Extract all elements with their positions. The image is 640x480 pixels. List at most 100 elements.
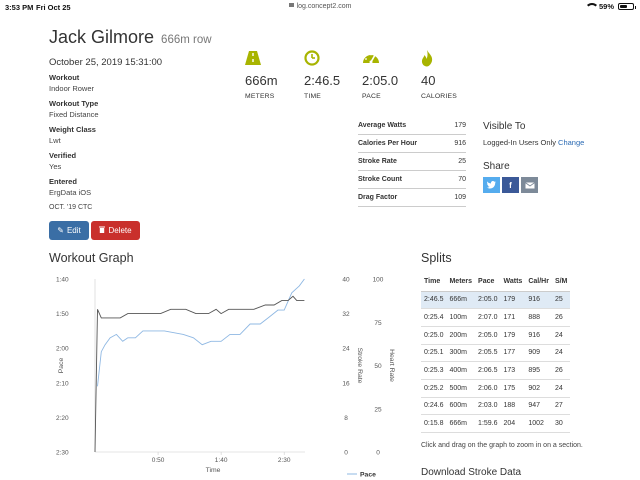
split-cell: 500m [446,379,476,398]
stat-label: TIME [304,93,322,100]
detail-value: 109 [454,194,466,201]
pace-series-line [97,278,305,387]
split-cell: 26 [551,308,571,327]
heart-rate-tick-label: 100 [373,277,384,284]
workout-details: Average Watts 179 Calories Per Hour 916 St… [358,117,466,207]
url-text: log.concept2.com [296,3,352,10]
split-cell: 895 [525,361,552,380]
split-cell: 179 [500,326,526,345]
stat-value: 666m [245,73,278,88]
split-cell: 0:24.6 [421,397,447,416]
share-buttons: f [483,177,538,193]
workout-meta: Workout Indoor Rower Workout Type Fixed … [49,73,99,197]
detail-value: 916 [454,140,466,147]
wifi-icon [584,3,599,10]
workout-distance: 666m row [161,34,212,46]
split-cell: 24 [551,379,571,398]
meta-label: Entered [49,177,77,186]
detail-row: Average Watts 179 [358,117,466,135]
detail-row: Drag Factor 109 [358,189,466,207]
delete-label: Delete [108,226,132,235]
meta-label: Verified [49,151,77,160]
split-cell: 1:59.6 [475,414,501,433]
meta-label: Workout Type [49,99,99,108]
stat-label: METERS [245,93,275,100]
detail-row: Calories Per Hour 916 [358,135,466,153]
detail-label: Average Watts [358,122,407,129]
y-tick-label: 2:30 [56,450,69,457]
heart-rate-tick-label: 25 [374,406,382,413]
split-cell: 0:25.1 [421,344,447,363]
y-tick-label: 2:20 [56,415,69,422]
heart-rate-axis-label: Heart Rate [388,349,395,382]
detail-row: Stroke Rate 25 [358,153,466,171]
stroke-rate-tick-label: 16 [342,380,350,387]
page-title: Jack Gilmore 666m row [49,27,212,48]
meta-label: Workout [49,73,80,82]
split-cell: 175 [500,379,526,398]
clock-icon [304,50,340,68]
edit-button[interactable]: ✎ Edit [49,221,89,240]
column-header: S/M [551,272,571,292]
split-cell: 2:03.0 [475,397,501,416]
email-icon[interactable] [521,177,538,193]
split-row: 0:25.4 100m 2:07.0 171 888 26 [421,308,571,327]
split-cell: 2:07.0 [475,308,501,327]
meta-value: ErgData iOS [49,188,92,197]
stroke-rate-series-line [94,295,305,453]
split-cell: 0:25.0 [421,326,447,345]
stat-value: 40 [421,73,436,88]
split-cell: 188 [500,397,526,416]
facebook-icon[interactable]: f [502,177,519,193]
split-cell: 666m [446,414,476,433]
meta-value: Indoor Rower [49,84,95,93]
twitter-icon[interactable] [483,177,500,193]
workout-date: October 25, 2019 15:31:00 [49,57,163,68]
delete-button[interactable]: Delete [91,221,140,240]
split-row: 0:15.8 666m 1:59.6 204 1002 30 [421,414,571,433]
split-cell: 2:06.5 [475,361,501,380]
split-cell: 25 [551,291,571,310]
x-tick-label: 0:50 [152,457,165,464]
detail-label: Stroke Rate [358,158,397,165]
meta-value: Lwt [49,136,61,145]
stat-calories: 40 CALORIES [421,50,457,100]
battery-icon [618,3,636,10]
split-row: 2:46.5 666m 2:05.0 179 916 25 [421,291,571,310]
split-cell: 2:46.5 [421,291,447,310]
detail-value: 70 [458,176,466,183]
split-cell: 2:06.0 [475,379,501,398]
visibility-setting: Logged-In Users Only Change [483,138,584,147]
detail-value: 25 [458,158,466,165]
x-tick-label: 1:40 [215,457,228,464]
change-visibility-link[interactable]: Change [558,138,584,147]
road-icon [245,50,278,68]
column-header: Time [421,272,447,292]
stat-label: CALORIES [421,93,457,100]
split-row: 0:24.6 600m 2:03.0 188 947 27 [421,397,571,416]
split-cell: 666m [446,291,476,310]
battery-percent: 59% [598,2,614,11]
workout-graph[interactable]: 1:40 1:50 2:00 2:10 2:20 2:30 40 32 24 16 8 0 100 75 5… [40,270,400,480]
workout-graph-heading: Workout Graph [49,251,134,265]
heart-rate-tick-label: 75 [374,320,382,327]
trash-icon [99,226,106,235]
split-cell: 24 [551,344,571,363]
split-cell: 204 [500,414,526,433]
url-bar[interactable]: log.concept2.com [0,3,640,10]
split-cell: 0:25.4 [421,308,447,327]
meta-label: Weight Class [49,125,96,134]
stat-meters: 666m METERS [245,50,278,100]
status-bar: 3:53 PM Fri Oct 25 log.concept2.com 59% [0,0,640,14]
download-stroke-data-heading: Download Stroke Data [421,467,522,478]
x-axis-label: Time [206,467,221,474]
x-tick-label: 2:30 [278,457,291,464]
stroke-rate-axis-label: Stroke Rate [356,348,363,384]
stat-value: 2:46.5 [304,73,341,88]
visibility-value: Logged-In Users Only [483,138,556,147]
meta-value: Yes [49,162,62,171]
split-cell: 171 [500,308,526,327]
detail-row: Stroke Count 70 [358,171,466,189]
split-cell: 200m [446,326,476,345]
split-cell: 947 [525,397,552,416]
